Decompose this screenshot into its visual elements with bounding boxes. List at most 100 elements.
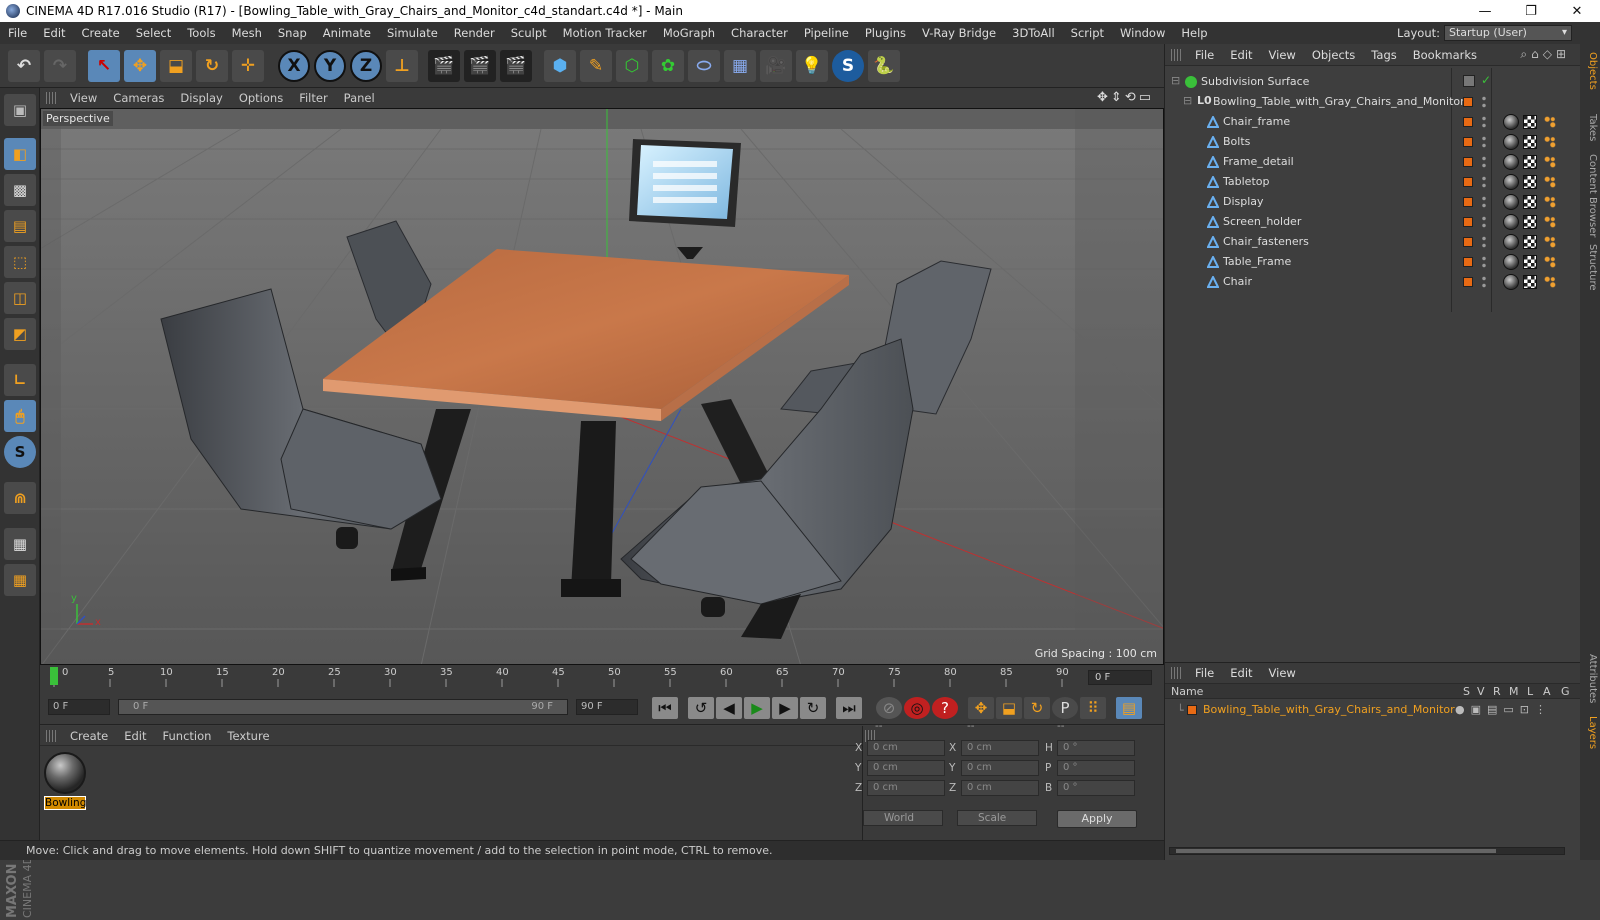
key-point-level-icon[interactable]: ⠿	[1080, 697, 1106, 719]
points-mode-icon[interactable]: ⬚	[4, 246, 36, 278]
menu-mesh[interactable]: Mesh	[224, 26, 270, 40]
visibility-dots[interactable]	[1481, 175, 1487, 189]
snap-magnet-icon[interactable]: ⋒	[4, 482, 36, 514]
previous-frame-icon[interactable]: ◀	[716, 697, 742, 719]
tab-layers[interactable]: Layers	[1582, 716, 1598, 749]
frame-range-slider[interactable]: 0 F 90 F	[118, 699, 568, 715]
selection-tag-icon[interactable]	[1543, 115, 1557, 129]
floor-icon[interactable]: ▦	[724, 50, 756, 82]
tab-structure[interactable]: Structure	[1582, 244, 1598, 291]
key-rotation-icon[interactable]: ↻	[1024, 697, 1050, 719]
view-column-header[interactable]: V	[1477, 685, 1485, 698]
python-icon[interactable]: 🐍	[868, 50, 900, 82]
object-row-chair-fasteners[interactable]: Chair_fasteners	[1165, 232, 1581, 252]
uvw-tag-icon[interactable]	[1523, 155, 1537, 169]
material-tag-icon[interactable]	[1503, 194, 1519, 210]
menu-script[interactable]: Script	[1063, 26, 1112, 40]
solo-column-header[interactable]: S	[1463, 685, 1470, 698]
layer-toggle-icons[interactable]: ●▣▤▭⊡⋮	[1455, 703, 1552, 716]
menu-select[interactable]: Select	[128, 26, 179, 40]
layers-menu-edit[interactable]: Edit	[1222, 666, 1260, 680]
start-frame-field[interactable]: 0 F	[48, 699, 110, 715]
planar-workplane-icon[interactable]: ▦	[4, 564, 36, 596]
viewport-menu-view[interactable]: View	[62, 91, 105, 105]
generators-column-header[interactable]: G	[1561, 685, 1570, 698]
z-axis-button[interactable]: Z	[350, 50, 382, 82]
apply-button[interactable]: Apply	[1057, 810, 1137, 828]
menu-render[interactable]: Render	[446, 26, 503, 40]
record-keys-icon[interactable]: ⊘	[876, 697, 902, 719]
size-y-field[interactable]: 0 cm	[961, 760, 1039, 776]
uvw-tag-icon[interactable]	[1523, 275, 1537, 289]
polygons-mode-icon[interactable]: ◩	[4, 318, 36, 350]
move-tool-icon[interactable]: ✥	[124, 50, 156, 82]
object-row-tabletop[interactable]: Tabletop	[1165, 172, 1581, 192]
visibility-dots[interactable]	[1481, 215, 1487, 229]
maximize-button[interactable]: ❐	[1508, 0, 1554, 22]
size-x-field[interactable]: 0 cm	[961, 740, 1039, 756]
render-settings-icon[interactable]: 🎬	[500, 50, 532, 82]
object-row-chair-frame[interactable]: Chair_frame	[1165, 112, 1581, 132]
key-position-icon[interactable]: ✥	[968, 697, 994, 719]
layers-menu-file[interactable]: File	[1187, 666, 1222, 680]
live-selection-icon[interactable]: ↖	[88, 50, 120, 82]
selection-tag-icon[interactable]	[1543, 255, 1557, 269]
tab-takes[interactable]: Takes	[1582, 114, 1598, 141]
menu-mograph[interactable]: MoGraph	[655, 26, 723, 40]
selection-tag-icon[interactable]	[1543, 195, 1557, 209]
viewport-menu-cameras[interactable]: Cameras	[105, 91, 172, 105]
material-tag-icon[interactable]	[1503, 174, 1519, 190]
timeline-window-icon[interactable]: ▤	[1116, 697, 1142, 719]
rot-h-field[interactable]: 0 °	[1057, 740, 1135, 756]
subdivision-surface-icon[interactable]: ⬡	[616, 50, 648, 82]
menu-tools[interactable]: Tools	[179, 26, 223, 40]
go-to-end-icon[interactable]: ⏭	[836, 697, 862, 719]
animation-column-header[interactable]: A	[1543, 685, 1551, 698]
material-menu-create[interactable]: Create	[62, 729, 116, 743]
visibility-dots[interactable]	[1481, 195, 1487, 209]
workplane-icon[interactable]: ▤	[4, 210, 36, 242]
uvw-tag-icon[interactable]	[1523, 195, 1537, 209]
material-tag-icon[interactable]	[1503, 154, 1519, 170]
selection-tag-icon[interactable]	[1543, 175, 1557, 189]
end-frame-field[interactable]: 90 F	[576, 699, 638, 715]
rot-b-field[interactable]: 0 °	[1057, 780, 1135, 796]
deformer-icon[interactable]: ⬭	[688, 50, 720, 82]
uvw-tag-icon[interactable]	[1523, 115, 1537, 129]
objects-menu-edit[interactable]: Edit	[1222, 48, 1260, 62]
menu-simulate[interactable]: Simulate	[379, 26, 446, 40]
material-tag-icon[interactable]	[1503, 274, 1519, 290]
collapse-icon[interactable]: ⊟	[1171, 74, 1180, 87]
texture-mode-icon[interactable]: ▩	[4, 174, 36, 206]
visibility-dots[interactable]	[1481, 115, 1487, 129]
selection-tag-icon[interactable]	[1543, 215, 1557, 229]
visibility-dots[interactable]	[1481, 95, 1487, 109]
object-row-group[interactable]: ⊟ L0 Bowling_Table_with_Gray_Chairs_and_…	[1165, 92, 1581, 112]
menu-motion-tracker[interactable]: Motion Tracker	[555, 26, 655, 40]
material-tag-icon[interactable]	[1503, 234, 1519, 250]
material-tag-icon[interactable]	[1503, 254, 1519, 270]
visibility-dots[interactable]	[1481, 135, 1487, 149]
menu-help[interactable]: Help	[1173, 26, 1215, 40]
viewport-menu-panel[interactable]: Panel	[336, 91, 383, 105]
visibility-dots[interactable]	[1481, 155, 1487, 169]
object-row-bolts[interactable]: Bolts	[1165, 132, 1581, 152]
edges-mode-icon[interactable]: ◫	[4, 282, 36, 314]
coordinate-mode-dropdown[interactable]: World	[863, 810, 943, 826]
selection-tag-icon[interactable]	[1543, 135, 1557, 149]
render-column-header[interactable]: R	[1493, 685, 1501, 698]
menu-create[interactable]: Create	[74, 26, 128, 40]
material-menu-function[interactable]: Function	[155, 729, 220, 743]
menu-animate[interactable]: Animate	[315, 26, 379, 40]
menu-vray-bridge[interactable]: V-Ray Bridge	[914, 26, 1004, 40]
viewport-menu-filter[interactable]: Filter	[291, 91, 335, 105]
uvw-tag-icon[interactable]	[1523, 175, 1537, 189]
selection-tag-icon[interactable]	[1543, 235, 1557, 249]
selection-tag-icon[interactable]	[1543, 155, 1557, 169]
camera-icon[interactable]: 🎥	[760, 50, 792, 82]
viewport-menu-display[interactable]: Display	[172, 91, 230, 105]
minimize-button[interactable]: —	[1462, 0, 1508, 22]
light-icon[interactable]: 💡	[796, 50, 828, 82]
cube-primitive-icon[interactable]: ⬢	[544, 50, 576, 82]
object-row-chair[interactable]: Chair	[1165, 272, 1581, 292]
